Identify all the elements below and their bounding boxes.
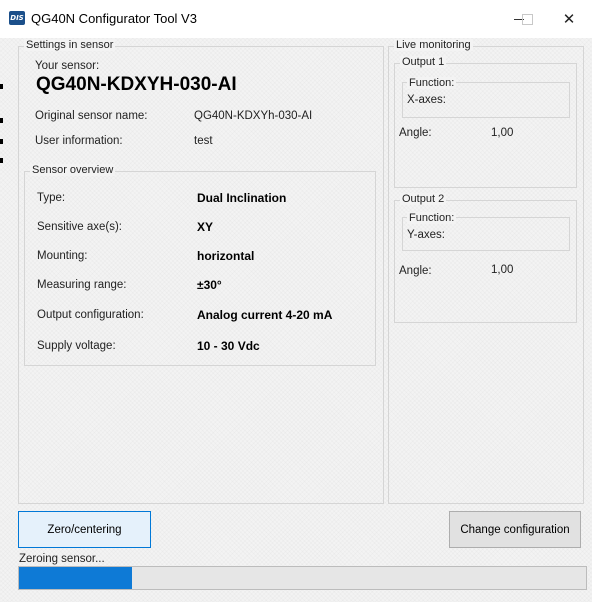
edge-mark [0, 139, 3, 144]
minimize-button[interactable] [496, 0, 542, 38]
output-1-angle-label: Angle: [399, 127, 432, 139]
overview-row-value: Analog current 4-20 mA [197, 308, 333, 322]
output-1-function-label: Function: [407, 77, 457, 89]
overview-row-value: Dual Inclination [197, 191, 287, 205]
overview-row-label: Output configuration: [37, 309, 144, 321]
output-2-function-value: Y-axes: [407, 229, 445, 241]
overview-row-label: Type: [37, 192, 66, 204]
user-info-value: test [194, 135, 213, 147]
overview-row-value: 10 - 30 Vdc [197, 339, 260, 353]
configurator-window: DIS QG40N Configurator Tool V3 ✕ Setting… [0, 0, 592, 602]
output-1-label: Output 1 [400, 56, 447, 68]
overview-row-label: Supply voltage: [37, 340, 116, 352]
window-title: QG40N Configurator Tool V3 [31, 11, 197, 26]
maximize-button[interactable] [522, 14, 533, 25]
progress-fill [19, 567, 133, 589]
output-1-function-value: X-axes: [407, 94, 446, 106]
settings-group-label: Settings in sensor [24, 39, 116, 51]
overview-row-value: XY [197, 220, 214, 234]
overview-row-value: ±30° [197, 278, 222, 292]
app-logo-icon: DIS [9, 11, 25, 25]
close-icon: ✕ [562, 10, 576, 28]
output-2-function-label: Function: [407, 212, 457, 224]
sensor-overview-label: Sensor overview [30, 164, 116, 176]
edge-mark [0, 118, 3, 123]
original-name-label: Original sensor name: [35, 110, 148, 122]
live-monitoring-label: Live monitoring [394, 39, 473, 51]
overview-row-value: horizontal [197, 249, 255, 263]
change-configuration-button[interactable]: Change configuration [449, 511, 581, 548]
edge-mark [0, 158, 3, 163]
progress-bar [18, 566, 587, 590]
zero-centering-button[interactable]: Zero/centering [18, 511, 151, 548]
title-bar: DIS QG40N Configurator Tool V3 ✕ [0, 0, 592, 38]
status-text: Zeroing sensor... [19, 553, 105, 565]
user-info-label: User information: [35, 135, 123, 147]
output-2-angle-label: Angle: [399, 265, 432, 277]
output-2-angle-value: 1,00 [491, 264, 514, 276]
overview-row-label: Measuring range: [37, 279, 127, 291]
your-sensor-label: Your sensor: [35, 60, 100, 72]
overview-row-label: Mounting: [37, 250, 88, 262]
output-2-label: Output 2 [400, 193, 447, 205]
edge-mark [0, 84, 3, 89]
sensor-name: QG40N-KDXYH-030-AI [36, 74, 237, 95]
overview-row-label: Sensitive axe(s): [37, 221, 123, 233]
output-1-angle-value: 1,00 [491, 127, 514, 139]
close-button[interactable]: ✕ [546, 0, 592, 38]
original-name-value: QG40N-KDXYh-030-AI [194, 110, 313, 122]
